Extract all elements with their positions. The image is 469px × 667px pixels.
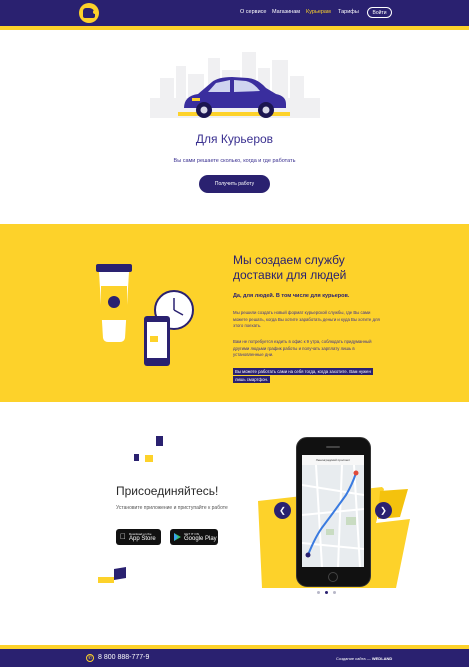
carousel-next-button[interactable]: ❯ xyxy=(375,502,392,519)
about-highlight-text: Вы можете работать сами на себя тогда, к… xyxy=(233,368,373,383)
nav-link-tariffs[interactable]: Тарифы xyxy=(338,9,359,15)
about-highlight: Вы можете работать сами на себя тогда, к… xyxy=(233,368,378,384)
footer-credit: Создание сайта — WEDLAND xyxy=(336,656,392,661)
credit-brand-link[interactable]: WEDLAND xyxy=(372,656,392,661)
phone-screen-map: Ленинградский проспект xyxy=(302,455,364,567)
phone-speaker xyxy=(326,446,340,448)
about-title-line1: Мы создаем службу xyxy=(233,253,345,267)
about-paragraph-2: Вам не потребуется ездить в офис к 9 утр… xyxy=(233,339,372,357)
courier-car-illustration xyxy=(178,77,290,118)
about-title-line2: доставки для людей xyxy=(233,268,347,282)
deco-square xyxy=(156,436,163,446)
coffee-phone-clock-illustration xyxy=(96,264,194,366)
map-illustration xyxy=(302,465,364,567)
appstore-button[interactable]:  Download on the App Store xyxy=(116,529,161,545)
deco-square xyxy=(114,566,126,581)
hero-subtitle: Вы сами решаете сколько, когда и где раб… xyxy=(173,158,296,164)
credit-prefix: Создание сайта — xyxy=(336,656,371,661)
top-nav-bar: О сервисе Магазинам Курьерам Тарифы Войт… xyxy=(0,0,469,26)
appstore-big-text: App Store xyxy=(123,535,156,542)
chevron-left-icon: ❮ xyxy=(279,506,286,515)
login-button[interactable]: Войти xyxy=(367,7,392,18)
footer-bar xyxy=(0,649,469,667)
join-subtitle: Установите приложение и приступайте к ра… xyxy=(116,505,228,511)
google-play-icon xyxy=(174,533,181,541)
deco-square xyxy=(134,454,139,461)
phone-icon: ✆ xyxy=(86,654,94,662)
phone-screen-header: Ленинградский проспект xyxy=(302,455,364,465)
nav-link-about[interactable]: О сервисе xyxy=(240,9,266,15)
carousel-dot-active[interactable] xyxy=(325,591,328,594)
carousel-dots xyxy=(317,591,336,594)
google-play-big-text: Google Play xyxy=(184,535,217,542)
chevron-right-icon: ❯ xyxy=(380,506,387,515)
footer-phone-number[interactable]: 8 800 888-777-9 xyxy=(98,654,149,661)
join-title: Присоединяйтесь! xyxy=(116,484,219,498)
nav-link-shops[interactable]: Магазинам xyxy=(272,9,300,15)
hero-title: Для Курьеров xyxy=(195,132,274,146)
apple-icon:  xyxy=(120,533,126,541)
about-paragraph-1: Мы решили создать новый формат курьерско… xyxy=(233,310,380,328)
about-bold-text: Да, для людей. В том числе для курьеров. xyxy=(233,293,350,299)
phone-home-button xyxy=(328,572,338,582)
nav-link-couriers[interactable]: Курьерам xyxy=(306,9,331,15)
google-play-button[interactable]: GET IT ON Google Play xyxy=(170,529,218,545)
phone-mockup: Ленинградский проспект xyxy=(296,437,371,587)
carousel-prev-button[interactable]: ❮ xyxy=(274,502,291,519)
about-title: Мы создаем службу доставки для людей xyxy=(233,253,413,283)
get-job-button[interactable]: Получить работу xyxy=(199,175,270,193)
deco-square xyxy=(98,577,114,583)
logo-courier-icon[interactable] xyxy=(79,3,99,23)
header-stripe xyxy=(0,26,469,30)
deco-square xyxy=(145,455,153,462)
carousel-dot[interactable] xyxy=(333,591,336,594)
carousel-dot[interactable] xyxy=(317,591,320,594)
